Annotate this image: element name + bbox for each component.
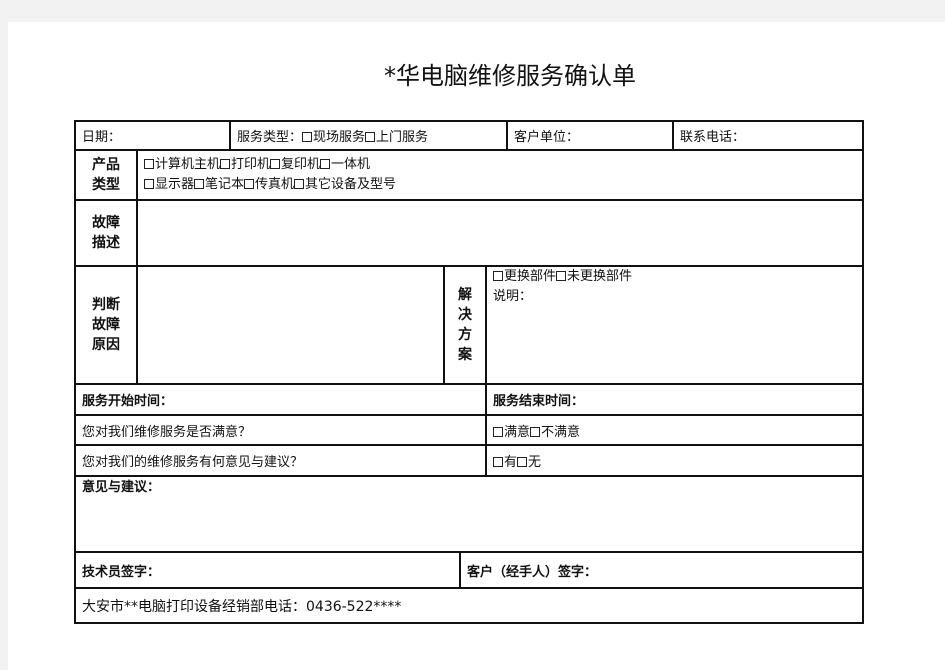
checkbox-icon[interactable] [530,426,541,437]
product-type-row: 产品 类型 计算机主机 打印机 复印机 一体机 显示器 笔记本 传真机 其它设备及型号 [76,151,862,201]
document-page: *华电脑维修服务确认单 日期： 服务类型： 现场服务 上门服务 客户单位： 联系… [8,22,945,670]
checkbox-icon[interactable] [194,179,205,189]
checkbox-icon[interactable] [144,159,154,169]
satisfaction-row: 您对我们维修服务是否满意？ 满意 不满意 [76,416,862,446]
feedback-question-row: 您对我们的维修服务有何意见与建议？ 有无 [76,446,862,477]
checkbox-icon[interactable] [365,132,376,142]
checkbox-icon[interactable] [244,179,255,189]
feedback-option-yes[interactable]: 有 [493,451,517,470]
feedback-options: 有无 [487,446,862,475]
service-end-time-label: 服务结束时间： [493,394,585,409]
date-field[interactable]: 日期： [76,122,231,149]
service-start-time-label: 服务开始时间： [82,394,174,409]
customer-unit-field[interactable]: 客户单位： [508,122,674,149]
checkbox-icon[interactable] [220,159,231,169]
satisfaction-question: 您对我们维修服务是否满意？ [76,416,487,444]
checkbox-icon[interactable] [144,179,154,189]
header-row: 日期： 服务类型： 现场服务 上门服务 客户单位： 联系电话： [76,122,862,151]
product-options-line-1: 计算机主机 打印机 复印机 一体机 [144,155,370,175]
feedback-question: 您对我们的维修服务有何意见与建议？ [76,446,487,475]
suggestions-field[interactable]: 意见与建议： [76,477,862,551]
service-start-time-field[interactable]: 服务开始时间： [76,385,487,414]
solution-option-no-replace[interactable]: 未更换部件 [556,269,632,284]
fault-cause-label: 判断 故障 原因 [76,267,138,383]
checkbox-icon[interactable] [270,159,281,169]
product-type-label: 产品 类型 [76,151,138,199]
product-option-other[interactable]: 其它设备及型号 [294,177,396,192]
satisfaction-option-satisfied[interactable]: 满意 [493,421,530,440]
checkbox-icon[interactable] [556,271,567,281]
product-option-printer[interactable]: 打印机 [220,157,270,172]
product-options-line-2: 显示器 笔记本 传真机 其它设备及型号 [144,175,396,195]
suggestions-row: 意见与建议： [76,477,862,553]
checkbox-icon[interactable] [493,457,503,467]
date-label: 日期： [82,130,122,145]
form-title: *华电脑维修服务确认单 [384,62,636,90]
phone-field[interactable]: 联系电话： [674,122,862,149]
fault-description-label: 故障 描述 [76,201,138,265]
checkbox-icon[interactable] [517,457,528,467]
customer-signature-field[interactable]: 客户（经手人）签字： [461,553,862,587]
technician-signature-field[interactable]: 技术员签字： [76,553,461,587]
checkbox-icon[interactable] [493,271,503,281]
product-option-computer-host[interactable]: 计算机主机 [144,157,220,172]
solution-content: 更换部件 未更换部件 说明： [487,267,862,383]
solution-option-replace[interactable]: 更换部件 [493,269,556,284]
footer-contact: 大安市**电脑打印设备经销部电话：0436-522**** [82,598,402,615]
product-option-laptop[interactable]: 笔记本 [194,177,244,192]
customer-signature-label: 客户（经手人）签字： [467,564,598,580]
service-type-label: 服务类型： [237,130,303,145]
checkbox-icon[interactable] [493,426,503,437]
service-type-option-onsite[interactable]: 现场服务 [302,126,365,145]
product-option-copier[interactable]: 复印机 [270,157,320,172]
footer-row: 大安市**电脑打印设备经销部电话：0436-522**** [76,589,862,622]
solution-options: 更换部件 未更换部件 [493,267,632,287]
signature-row: 技术员签字： 客户（经手人）签字： [76,553,862,589]
fault-cause-row: 判断 故障 原因 解 决 方 案 更换部件 未更换部件 说明： [76,267,862,385]
product-option-monitor[interactable]: 显示器 [144,177,194,192]
checkbox-icon[interactable] [302,132,313,142]
feedback-option-no[interactable]: 无 [517,451,541,470]
product-option-fax[interactable]: 传真机 [244,177,294,192]
technician-signature-label: 技术员签字： [82,564,161,580]
product-option-all-in-one[interactable]: 一体机 [320,157,370,172]
fault-cause-input[interactable] [138,267,445,383]
solution-note-label[interactable]: 说明： [493,287,532,307]
service-time-row: 服务开始时间： 服务结束时间： [76,385,862,416]
satisfaction-option-unsatisfied[interactable]: 不满意 [530,421,580,440]
phone-label: 联系电话： [680,130,746,145]
checkbox-icon[interactable] [320,159,331,169]
fault-description-row: 故障 描述 [76,201,862,267]
product-type-options: 计算机主机 打印机 复印机 一体机 显示器 笔记本 传真机 其它设备及型号 [138,151,862,199]
customer-unit-label: 客户单位： [514,130,580,145]
checkbox-icon[interactable] [294,179,305,189]
satisfaction-options: 满意 不满意 [487,416,862,444]
suggestions-label: 意见与建议： [82,480,161,495]
service-confirmation-form: 日期： 服务类型： 现场服务 上门服务 客户单位： 联系电话： 产品 类型 计算… [74,120,864,624]
fault-description-input[interactable] [138,201,862,265]
service-type-field: 服务类型： 现场服务 上门服务 [231,122,508,149]
service-type-option-home[interactable]: 上门服务 [365,126,428,145]
solution-label: 解 决 方 案 [445,267,487,383]
service-end-time-field[interactable]: 服务结束时间： [487,385,862,414]
